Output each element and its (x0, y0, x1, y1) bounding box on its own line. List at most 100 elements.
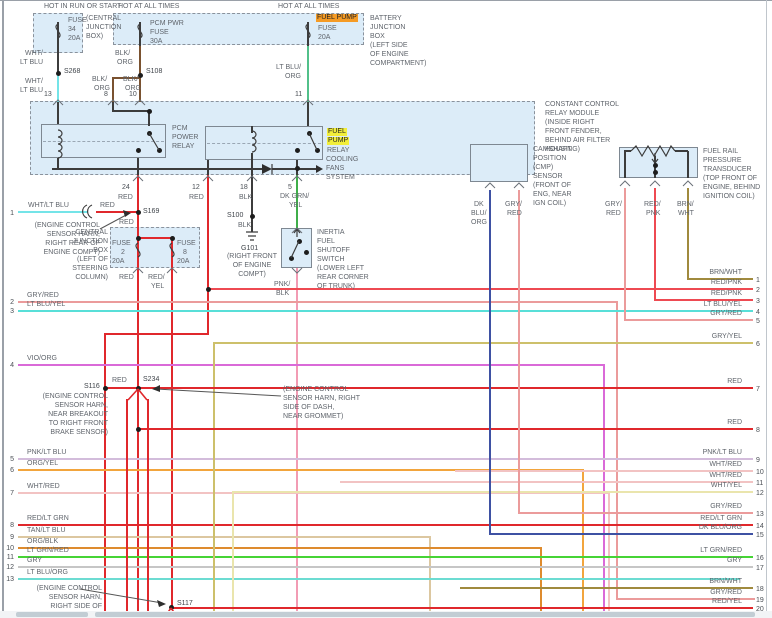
wire-segment (137, 158, 139, 175)
wire-label: BLK/ (115, 50, 131, 57)
junction-dot (136, 427, 141, 432)
header-hot-at-all-times-2: HOT AT ALL TIMES (278, 3, 340, 10)
right-pin-9: 9 (756, 457, 760, 464)
cjb-top-label: (CENTRAL JUNCTION BOX) (86, 15, 122, 40)
right-pin-4: 4 (756, 309, 760, 316)
wire-label: BLU/ (471, 210, 487, 217)
left-pin-label: TAN/LT BLU (27, 527, 66, 534)
inertia-switch-label: INERTIA FUEL SHUTOFF SWITCH (LOWER LEFT REAR … (317, 229, 369, 290)
wire-label: 2 (121, 249, 125, 256)
right-pin-label: WHT/RED (709, 461, 742, 468)
wire-segment (251, 126, 253, 133)
header-hot-at-all-times-1: HOT AT ALL TIMES (118, 3, 180, 10)
wire-label: 20A (318, 34, 331, 41)
splice-label: S169 (143, 208, 160, 215)
left-pin-label: WHT/RED (27, 483, 60, 490)
wire-segment (52, 168, 264, 170)
right-pin-3: 3 (756, 298, 760, 305)
right-pin-8: 8 (756, 427, 760, 434)
wire-label: LT BLU/ (276, 64, 302, 71)
wire-label: 8 (104, 91, 108, 98)
wire-label: RED (119, 219, 134, 226)
right-pin-6: 6 (756, 341, 760, 348)
wire-label: RED/ (148, 274, 165, 281)
left-pin-6: 6 (10, 467, 14, 474)
wire-label: 12 (192, 184, 200, 191)
right-pin-5: 5 (756, 318, 760, 325)
pcm-relay-dashline (43, 141, 164, 142)
cooling-fans-label: COOLING FANS SYSTEM (326, 156, 359, 181)
right-pin-label: RED (727, 419, 742, 426)
wire-segment (137, 175, 139, 618)
junction-dot (147, 109, 152, 114)
battery-junction-box-label: BATTERY JUNCTION BOX (LEFT SIDE OF ENGINE COM… (370, 15, 427, 67)
left-pin-5: 5 (10, 456, 14, 463)
wire-label: RELAY (327, 147, 350, 154)
left-pin-3: 3 (10, 308, 14, 315)
frame-top (0, 0, 772, 1)
harness-note-1: (ENGINE CONTROL SENSOR HARN, RIGHT REAR OF… (34, 222, 100, 256)
pcm-power-relay-label: PCM POWER RELAY (172, 125, 199, 150)
junction-dot (103, 386, 108, 391)
right-pin-label: GRY/RED (710, 310, 742, 317)
wire-segment (624, 151, 626, 178)
wire-segment (18, 458, 753, 460)
wire-segment (96, 211, 138, 213)
scrollbar-thumb-main[interactable] (95, 612, 755, 617)
junction-dot (138, 73, 143, 78)
wire-label: RED (119, 274, 134, 281)
wire-label: LT BLU (20, 87, 44, 94)
splice-label: S100 (227, 212, 244, 219)
left-pin-label: VIO/ORG (27, 355, 57, 362)
connector-chevron (619, 180, 631, 187)
right-pin-label: RED/YEL (712, 598, 742, 605)
wire-segment (170, 607, 753, 609)
wire-label: WHT/ (25, 78, 43, 85)
wire-label: 13 (44, 91, 52, 98)
wire-label: RED (507, 210, 522, 217)
left-pin-9: 9 (10, 534, 14, 541)
fuse34-label: FUSE 34 20A (68, 17, 87, 42)
junction-dot (304, 250, 309, 255)
wire-segment (18, 301, 617, 303)
left-pin-label: ORG/BLK (27, 538, 59, 545)
wire-segment (137, 237, 173, 239)
left-pin-12: 12 (6, 564, 14, 571)
s116-note: (ENGINE CONTROL SENSOR HARN, NEAR BREAKOUT… (42, 393, 108, 436)
wire-segment (213, 342, 753, 344)
right-pin-label: WHT/RED (709, 472, 742, 479)
junction-dot (206, 287, 211, 292)
connector-chevron (513, 182, 525, 189)
horizontal-scrollbar[interactable] (0, 611, 772, 618)
junction-dot (170, 236, 175, 241)
connector-chevron (484, 182, 496, 189)
wire-label: RED (606, 210, 621, 217)
right-pin-16: 16 (756, 555, 764, 562)
junction-dot (307, 131, 312, 136)
connector-chevron (682, 180, 694, 187)
wire-label: 20A (177, 258, 190, 265)
right-pin-10: 10 (756, 469, 764, 476)
harness-note-2: (ENGINE CONTROL SENSOR HARN, RIGHT SIDE OF… (283, 386, 361, 420)
left-pin-label: LT BLU/YEL (27, 301, 66, 308)
wire-label: LT BLU (20, 59, 44, 66)
splice-label: S117 (177, 600, 193, 607)
wire-label: YEL (289, 202, 303, 209)
wire-segment (18, 547, 541, 549)
pcm-pwr-fuse-label: PCM PWR FUSE 30A (150, 20, 184, 45)
right-pin-17: 17 (756, 565, 764, 572)
left-pin-2: 2 (10, 299, 14, 306)
wire-segment (307, 22, 309, 46)
left-pin-11: 11 (6, 554, 14, 561)
wire-segment (18, 536, 430, 538)
wire-segment (18, 211, 88, 213)
wire-segment (18, 364, 604, 366)
wire-segment (137, 428, 753, 430)
wire-segment (104, 387, 753, 389)
wire-segment (104, 333, 106, 618)
right-pin-18: 18 (756, 586, 764, 593)
scrollbar-thumb-left[interactable] (16, 612, 88, 617)
right-pin-label: GRY (726, 557, 742, 564)
cmp-sensor-label: CAMSHAFT POSITION (CMP) SENSOR (FRONT OF ENG,… (533, 146, 572, 207)
header-hot-in-run-or-start: HOT IN RUN OR START (44, 3, 122, 10)
